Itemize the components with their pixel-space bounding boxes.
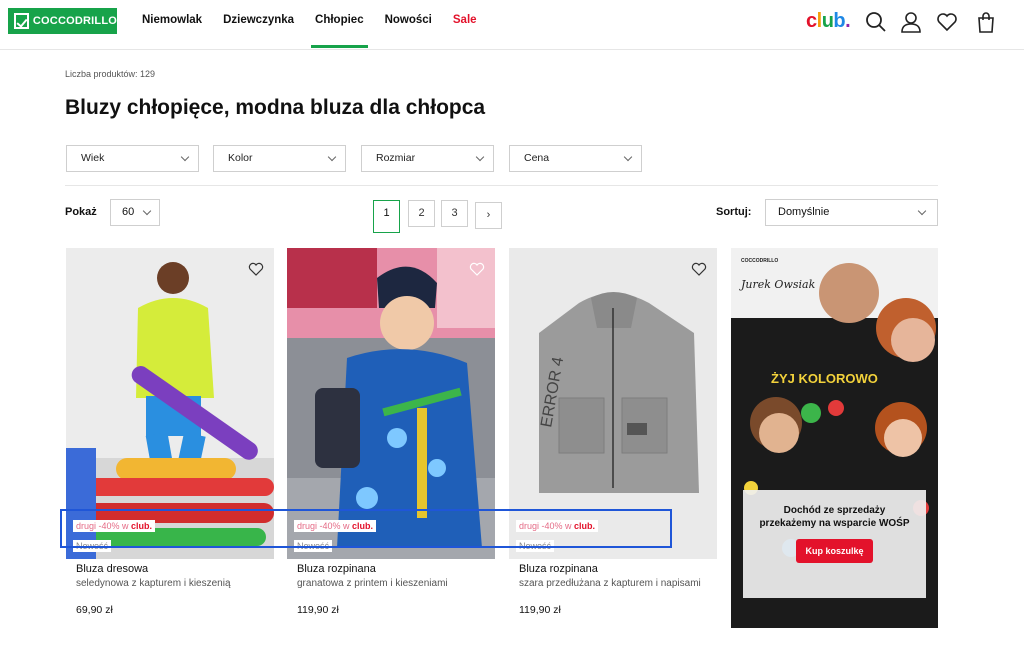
- show-label: Pokaż: [65, 206, 97, 218]
- banner-signature: Jurek Owsiak: [739, 278, 816, 291]
- product-description: szara przedłużana z kapturem i napisami: [519, 578, 701, 589]
- main-nav: Niemowlak Dziewczynka Chłopiec Nowości S…: [142, 0, 498, 50]
- next-page-button[interactable]: ›: [475, 202, 502, 229]
- logo-text: COCCODRILLO: [32, 15, 117, 27]
- product-description: seledynowa z kapturem i kieszenią: [76, 578, 231, 589]
- nav-sale[interactable]: Sale: [453, 0, 477, 50]
- product-count: Liczba produktów: 129: [65, 69, 156, 79]
- page-3[interactable]: 3: [441, 200, 468, 227]
- wishlist-heart-icon[interactable]: [691, 262, 707, 276]
- filter-label: Cena: [524, 152, 550, 164]
- filter-kolor[interactable]: Kolor: [213, 145, 346, 172]
- per-page-value: 60: [122, 206, 135, 218]
- site-header: COCCODRILLO Niemowlak Dziewczynka Chłopi…: [0, 0, 1024, 50]
- wishlist-heart-icon[interactable]: [248, 262, 264, 276]
- wishlist-heart-icon[interactable]: [469, 262, 485, 276]
- nav-nowosci[interactable]: Nowości: [385, 0, 432, 50]
- buy-shirt-button[interactable]: Kup koszulkę: [796, 539, 873, 563]
- banner-info-card: Dochód ze sprzedaży przekażemy na wsparc…: [743, 490, 926, 598]
- product-name[interactable]: Bluza rozpinana: [297, 563, 495, 575]
- filter-rozmiar[interactable]: Rozmiar: [361, 145, 494, 172]
- club-letter: b: [833, 10, 846, 32]
- crocodile-logo-icon: [14, 13, 29, 29]
- sort-label: Sortuj:: [716, 206, 752, 218]
- heart-icon[interactable]: [936, 11, 958, 33]
- product-card[interactable]: ERROR 4 drugi -40% w club. Nowość Bluza …: [509, 248, 717, 616]
- shirt-slogan: ŻYJ KOLOROWO: [771, 371, 878, 386]
- product-price: 119,90 zł: [297, 604, 339, 616]
- product-price: 119,90 zł: [519, 604, 561, 616]
- club-letter: u: [821, 10, 834, 32]
- product-description: granatowa z printem i kieszeniami: [297, 578, 448, 589]
- chevron-down-icon: [142, 206, 152, 216]
- club-letter: .: [845, 10, 851, 32]
- promo-highlight-box: [60, 509, 672, 548]
- page-1[interactable]: 1: [373, 200, 400, 233]
- sort-select[interactable]: Domyślnie: [765, 199, 938, 226]
- chevron-down-icon: [917, 206, 927, 216]
- club-letter: c: [806, 10, 817, 32]
- product-card[interactable]: drugi -40% w club. Nowość Bluza rozpinan…: [287, 248, 495, 616]
- coccodrillo-logo[interactable]: COCCODRILLO: [8, 8, 117, 34]
- nav-dziewczynka[interactable]: Dziewczynka: [223, 0, 294, 50]
- banner-brand: COCCODRILLO: [741, 258, 778, 264]
- divider: [65, 185, 938, 186]
- search-icon[interactable]: [865, 11, 887, 33]
- chevron-down-icon: [180, 152, 190, 162]
- product-card[interactable]: drugi -40% w club. Nowość Bluza dresowa …: [66, 248, 274, 616]
- club-logo[interactable]: club.: [806, 10, 851, 33]
- wosp-banner[interactable]: ŻYJ KOLOROWO COCCODRILLO Jurek Owsiak Do…: [731, 248, 938, 628]
- page-title: Bluzy chłopięce, modna bluza dla chłopca: [65, 96, 486, 119]
- filter-label: Kolor: [228, 152, 253, 164]
- filter-label: Wiek: [81, 152, 105, 164]
- page-2[interactable]: 2: [408, 200, 435, 227]
- nav-chlopiec[interactable]: Chłopiec: [311, 0, 368, 50]
- chevron-down-icon: [623, 152, 633, 162]
- chevron-down-icon: [475, 152, 485, 162]
- user-icon[interactable]: [900, 11, 922, 33]
- product-name[interactable]: Bluza dresowa: [76, 563, 274, 575]
- chevron-down-icon: [327, 152, 337, 162]
- filter-wiek[interactable]: Wiek: [66, 145, 199, 172]
- nav-niemowlak[interactable]: Niemowlak: [142, 0, 202, 50]
- per-page-select[interactable]: 60: [110, 199, 160, 226]
- product-price: 69,90 zł: [76, 604, 113, 616]
- cart-icon[interactable]: [975, 11, 997, 33]
- filter-cena[interactable]: Cena: [509, 145, 642, 172]
- filter-label: Rozmiar: [376, 152, 416, 164]
- sort-value: Domyślnie: [778, 206, 830, 218]
- banner-text: Dochód ze sprzedaży przekażemy na wsparc…: [759, 505, 910, 529]
- product-name[interactable]: Bluza rozpinana: [519, 563, 717, 575]
